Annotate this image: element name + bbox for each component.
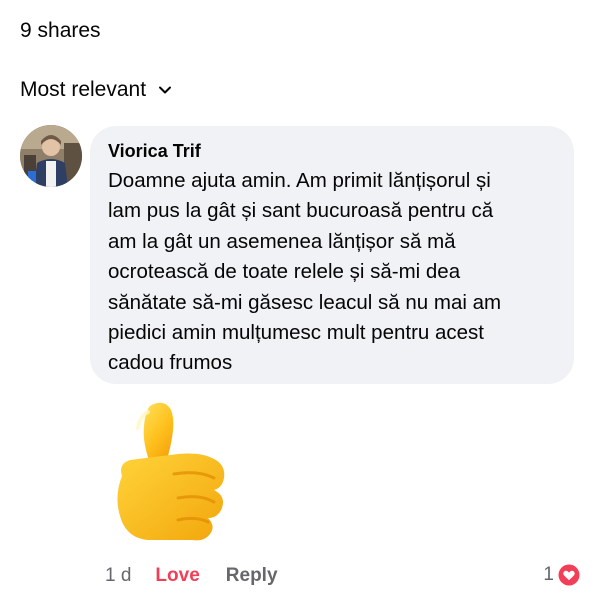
reaction-summary[interactable]: 1	[543, 562, 582, 588]
comment-bubble: Viorica Trif Doamne ajuta amin. Am primi…	[90, 126, 574, 384]
sort-dropdown[interactable]: Most relevant	[20, 76, 172, 104]
reaction-count: 1	[543, 564, 554, 585]
comment-text: Doamne ajuta amin. Am primit lănțișorul …	[108, 169, 502, 375]
heart-icon	[557, 563, 581, 587]
comment-actions: 1 d Love Reply	[105, 564, 278, 588]
chevron-down-icon	[159, 86, 172, 94]
avatar-image	[20, 125, 82, 187]
avatar[interactable]	[20, 125, 82, 187]
shares-count[interactable]: 9 shares	[20, 18, 101, 44]
comment-author[interactable]: Viorica Trif	[108, 138, 556, 164]
thumbs-up-icon	[117, 402, 225, 541]
comments-section: 9 shares Most relevant Viorica Trif Doam…	[0, 0, 600, 600]
reply-button[interactable]: Reply	[226, 564, 278, 588]
sort-label: Most relevant	[20, 78, 147, 101]
love-button[interactable]: Love	[155, 564, 199, 588]
comment-timestamp[interactable]: 1 d	[105, 564, 131, 588]
